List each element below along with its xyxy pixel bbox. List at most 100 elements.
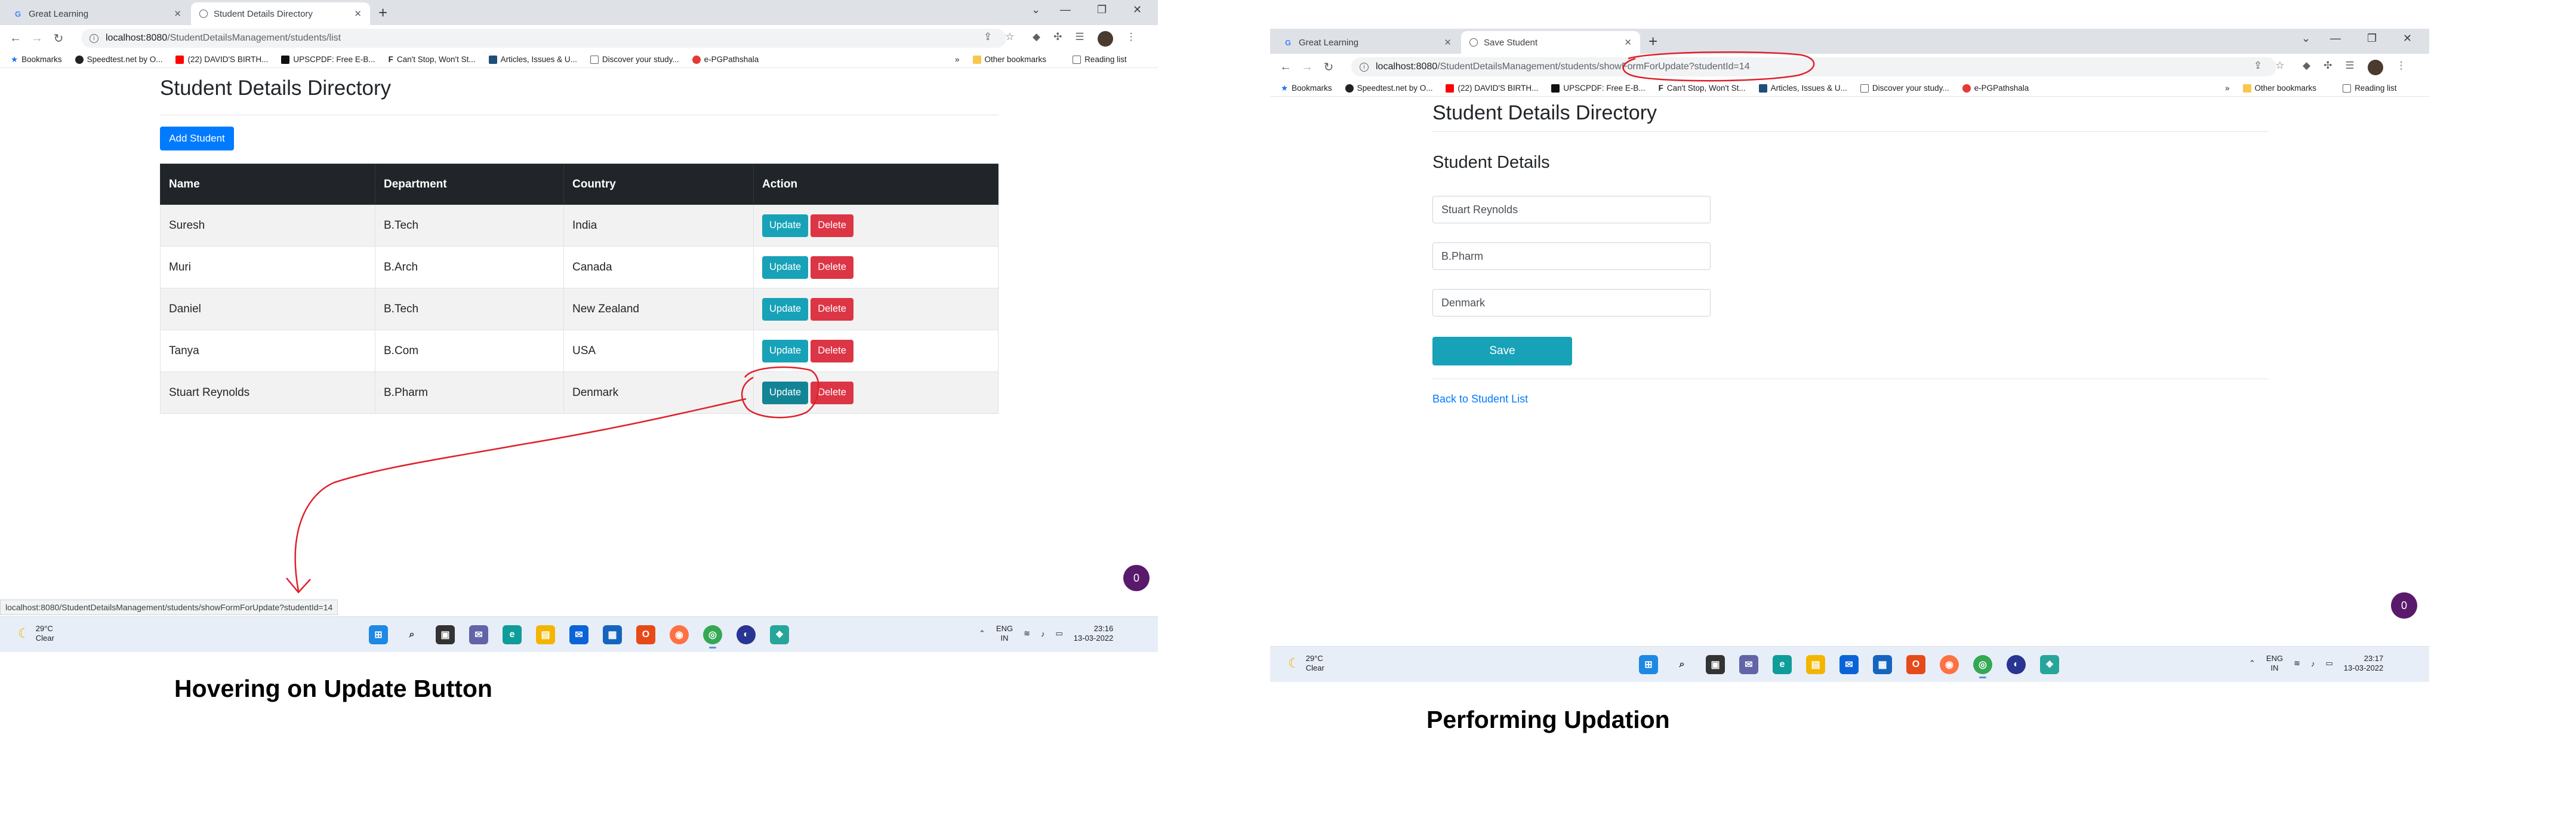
back-icon[interactable]: ← — [5, 32, 26, 45]
system-clock[interactable]: 23:17 13-03-2022 — [2344, 654, 2384, 673]
bookmark-item[interactable]: F Can't Stop, Won't St... — [1659, 84, 1746, 93]
menu-icon[interactable]: ⋮ — [1126, 31, 1136, 47]
save-button[interactable]: Save — [1432, 337, 1572, 365]
profile-avatar[interactable] — [1097, 31, 1113, 47]
volume-icon[interactable]: ♪ — [2311, 659, 2315, 668]
task-view-icon[interactable]: ▣ — [436, 625, 455, 644]
puzzle-icon[interactable]: ✣ — [1053, 31, 1062, 47]
edge-icon[interactable]: e — [503, 625, 522, 644]
forward-icon[interactable]: → — [26, 32, 48, 45]
weather-widget[interactable]: ☾ 29°C Clear — [18, 624, 54, 643]
chevron-right-icon[interactable]: » — [2225, 84, 2230, 93]
store-icon[interactable]: ▦ — [603, 625, 622, 644]
update-button[interactable]: Update — [762, 297, 809, 321]
delete-button[interactable]: Delete — [811, 339, 853, 362]
bookmark-item[interactable]: (22) DAVID'S BIRTH... — [175, 55, 268, 64]
app-icon[interactable]: ❖ — [2040, 655, 2059, 674]
window-close-icon[interactable]: ✕ — [1133, 4, 1142, 16]
bookmark-item[interactable]: Speedtest.net by O... — [1345, 84, 1432, 93]
bookmark-item[interactable]: Speedtest.net by O... — [75, 55, 162, 64]
chat-widget-badge[interactable]: 0 — [2391, 592, 2417, 619]
bookmark-item[interactable]: Discover your study... — [590, 55, 679, 64]
weather-widget[interactable]: ☾ 29°C Clear — [1288, 654, 1324, 673]
eclipse-icon[interactable]: ◐ — [2007, 655, 2026, 674]
chevron-up-icon[interactable]: ⌃ — [979, 629, 985, 638]
bookmark-item[interactable]: ★ Bookmarks — [1281, 84, 1332, 93]
reading-list-icon[interactable]: ☰ — [1075, 31, 1084, 47]
maximize-icon[interactable]: ❐ — [1097, 4, 1107, 16]
add-student-button[interactable]: Add Student — [160, 127, 234, 150]
tab-save-student[interactable]: Save Student ✕ — [1461, 31, 1640, 54]
mail-icon[interactable]: ✉ — [569, 625, 588, 644]
app-icon[interactable]: ❖ — [770, 625, 789, 644]
chat-widget-badge[interactable]: 0 — [1123, 565, 1150, 591]
country-input[interactable]: Denmark — [1432, 289, 1711, 316]
delete-button[interactable]: Delete — [811, 381, 853, 404]
close-icon[interactable]: ✕ — [354, 8, 362, 19]
teams-chat-icon[interactable]: ✉ — [469, 625, 488, 644]
bookmark-item[interactable]: Articles, Issues & U... — [488, 55, 577, 64]
language-indicator[interactable]: ENG IN — [2266, 654, 2283, 673]
chrome-icon[interactable]: ◎ — [1973, 655, 1992, 678]
chevron-right-icon[interactable]: » — [955, 55, 960, 64]
close-icon[interactable]: ✕ — [1444, 37, 1452, 48]
minimize-icon[interactable]: — — [1060, 4, 1071, 16]
student-name-input[interactable]: Stuart Reynolds — [1432, 196, 1711, 223]
department-input[interactable]: B.Pharm — [1432, 242, 1711, 270]
tab-search-icon[interactable]: ⌄ — [1031, 4, 1040, 16]
battery-icon[interactable]: ▭ — [2325, 659, 2332, 668]
language-indicator[interactable]: ENG IN — [996, 624, 1013, 643]
forward-icon[interactable]: → — [1296, 60, 1318, 74]
profile-avatar[interactable] — [2367, 60, 2383, 75]
close-icon[interactable]: ✕ — [1624, 37, 1632, 48]
extension-bird-icon[interactable]: ◆ — [2303, 60, 2310, 75]
file-explorer-icon[interactable]: ▤ — [536, 625, 555, 644]
system-clock[interactable]: 23:16 13-03-2022 — [1074, 624, 1114, 643]
update-button-hovered[interactable]: Update — [762, 381, 809, 404]
delete-button[interactable]: Delete — [811, 297, 853, 321]
edge-icon[interactable]: e — [1773, 655, 1792, 674]
puzzle-icon[interactable]: ✣ — [2324, 60, 2332, 75]
windows-start-icon[interactable]: ⊞ — [369, 625, 388, 644]
store-icon[interactable]: ▦ — [1873, 655, 1892, 674]
teams-chat-icon[interactable]: ✉ — [1739, 655, 1758, 674]
bookmark-item[interactable]: ★ Bookmarks — [11, 55, 62, 64]
bookmark-item[interactable]: e-PGPathshala — [692, 55, 759, 64]
star-icon[interactable]: ☆ — [2275, 60, 2284, 72]
chrome-icon[interactable]: ◎ — [703, 625, 722, 648]
address-bar[interactable]: i localhost:8080/StudentDetailsManagemen… — [81, 29, 1006, 48]
tab-great-learning[interactable]: G Great Learning ✕ — [5, 2, 190, 25]
bookmark-item[interactable]: Articles, Issues & U... — [1758, 84, 1847, 93]
update-button[interactable]: Update — [762, 339, 809, 362]
office-icon[interactable]: O — [636, 625, 655, 644]
other-bookmarks[interactable]: Other bookmarks — [2242, 84, 2316, 93]
file-explorer-icon[interactable]: ▤ — [1806, 655, 1825, 674]
search-icon[interactable]: ⌕ — [1672, 655, 1691, 674]
firefox-icon[interactable]: ◉ — [670, 625, 689, 644]
volume-icon[interactable]: ♪ — [1041, 629, 1045, 638]
delete-button[interactable]: Delete — [811, 256, 853, 279]
bookmark-item[interactable]: Discover your study... — [1860, 84, 1949, 93]
window-close-icon[interactable]: ✕ — [2403, 32, 2412, 45]
reload-icon[interactable]: ↻ — [1318, 60, 1339, 75]
share-icon[interactable]: ⇪ — [2254, 60, 2262, 72]
windows-start-icon[interactable]: ⊞ — [1639, 655, 1658, 674]
close-icon[interactable]: ✕ — [174, 8, 181, 19]
update-button[interactable]: Update — [762, 256, 809, 279]
tab-student-directory[interactable]: Student Details Directory ✕ — [191, 2, 370, 25]
new-tab-icon[interactable]: + — [378, 5, 387, 20]
new-tab-icon[interactable]: + — [1648, 33, 1657, 49]
wifi-icon[interactable]: ≋ — [2294, 659, 2300, 668]
update-button[interactable]: Update — [762, 214, 809, 237]
firefox-icon[interactable]: ◉ — [1940, 655, 1959, 674]
task-view-icon[interactable]: ▣ — [1706, 655, 1725, 674]
info-icon[interactable]: i — [90, 33, 98, 43]
bookmark-item[interactable]: UPSCPDF: Free E-B... — [281, 55, 375, 64]
delete-button[interactable]: Delete — [811, 214, 853, 237]
eclipse-icon[interactable]: ◐ — [737, 625, 756, 644]
back-icon[interactable]: ← — [1275, 60, 1296, 74]
address-bar[interactable]: i localhost:8080/StudentDetailsManagemen… — [1351, 57, 2276, 76]
other-bookmarks[interactable]: Other bookmarks — [972, 55, 1046, 64]
info-icon[interactable]: i — [1360, 62, 1369, 72]
search-icon[interactable]: ⌕ — [402, 625, 421, 644]
